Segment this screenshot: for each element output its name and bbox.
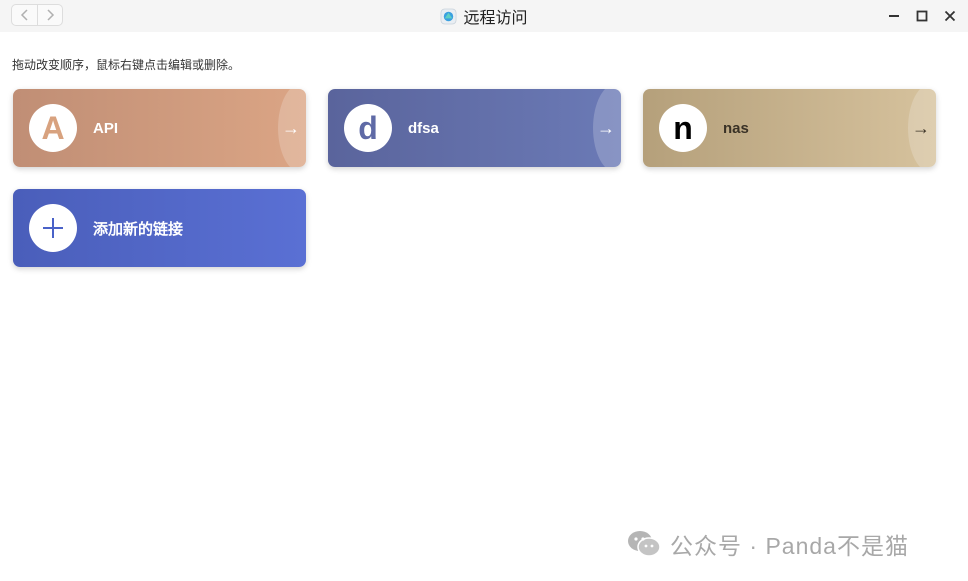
maximize-icon [916,10,928,22]
minimize-icon [889,15,899,17]
maximize-button[interactable] [910,6,934,26]
minimize-button[interactable] [882,6,906,26]
connection-card-nas[interactable]: n nas → [643,89,936,167]
nav-buttons [11,4,63,26]
card-label: dfsa [408,119,439,137]
plus-icon [43,218,63,238]
connection-card-api[interactable]: A API → [13,89,306,167]
window-title-text: 远程访问 [463,10,528,27]
avatar: d [344,104,392,152]
arrow-right-icon[interactable]: → [282,89,300,167]
window-controls [882,6,962,26]
app-icon [441,8,457,24]
connection-card-dfsa[interactable]: d dfsa → [328,89,621,167]
avatar: n [659,104,707,152]
avatar [29,204,77,252]
close-icon [944,10,956,22]
chevron-right-icon [47,9,55,21]
add-link-button[interactable]: 添加新的链接 [13,189,306,267]
watermark: 公众号 · Panda不是猫 [626,527,909,561]
avatar-initial: A [41,110,65,146]
avatar-initial: d [358,110,378,146]
card-label: nas [723,119,749,137]
arrow-right-icon[interactable]: → [912,89,930,167]
wechat-icon [628,531,661,557]
hint-text: 拖动改变顺序，鼠标右键点击编辑或删除。 [12,58,241,72]
card-label: 添加新的链接 [93,220,184,238]
watermark-text: 公众号 · Panda不是猫 [670,533,909,559]
forward-button[interactable] [37,5,62,25]
back-button[interactable] [12,5,37,25]
avatar: A [29,104,77,152]
card-label: API [93,119,119,137]
chevron-left-icon [20,9,28,21]
title-bar: 远程访问 [0,0,968,32]
close-button[interactable] [938,6,962,26]
arrow-right-icon[interactable]: → [597,89,615,167]
window-title: 远程访问 [0,0,968,32]
avatar-initial: n [673,110,693,146]
